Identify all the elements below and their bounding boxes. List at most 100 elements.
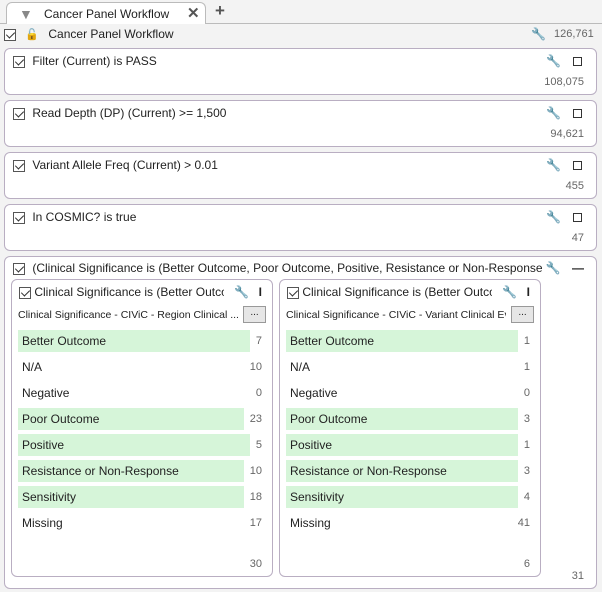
value-label: Positive (290, 438, 333, 452)
value-row[interactable]: Poor Outcome 23 (18, 408, 268, 430)
facet-checkbox[interactable] (287, 286, 299, 299)
wrench-icon[interactable]: 🔧 (234, 285, 249, 299)
value-label: N/A (22, 360, 43, 374)
maximize-icon[interactable] (573, 161, 582, 171)
facet-title: Clinical Significance is (Better Outcome… (34, 285, 224, 299)
value-row[interactable]: Negative 0 (18, 382, 268, 404)
value-label: Negative (22, 386, 70, 400)
value-count: 7 (255, 335, 262, 347)
root-label: Cancer Panel Workflow (48, 27, 174, 41)
value-count: 0 (255, 387, 262, 399)
field-name: Clinical Significance - CIViC - Region C… (18, 309, 238, 321)
filter-count: 108,075 (544, 76, 584, 88)
value-label: Missing (22, 516, 63, 530)
filter-card: Variant Allele Freq (Current) > 0.01 🔧 4… (4, 152, 597, 199)
filter-count: 94,621 (550, 128, 584, 140)
value-label: Positive (22, 438, 65, 452)
value-row[interactable]: Missing 41 (286, 512, 536, 534)
value-label: Better Outcome (290, 334, 375, 348)
drag-handle-icon[interactable]: I (259, 285, 262, 299)
filter-count: 455 (565, 180, 584, 192)
value-row[interactable]: Sensitivity 4 (286, 486, 536, 508)
value-row[interactable]: Resistance or Non-Response 3 (286, 460, 536, 482)
tab-cancer-panel-workflow[interactable]: ▼ Cancer Panel Workflow ✕ (6, 2, 206, 24)
value-row[interactable]: Positive 5 (18, 434, 268, 456)
field-select-button[interactable]: ... (511, 306, 534, 323)
wrench-icon[interactable]: 🔧 (546, 210, 561, 224)
value-row[interactable]: Resistance or Non-Response 10 (18, 460, 268, 482)
drag-handle-icon[interactable]: I (527, 285, 530, 299)
value-row[interactable]: Positive 1 (286, 434, 536, 456)
value-label: Poor Outcome (290, 412, 368, 426)
value-label: Resistance or Non-Response (290, 464, 447, 478)
maximize-icon[interactable] (573, 213, 582, 223)
filter-checkbox[interactable] (13, 211, 25, 224)
value-count: 3 (523, 465, 530, 477)
value-row[interactable]: N/A 10 (18, 356, 268, 378)
value-count: 23 (249, 413, 262, 425)
value-row[interactable]: Missing 17 (18, 512, 268, 534)
facet-total: 30 (249, 558, 262, 570)
wrench-icon[interactable]: 🔧 (531, 27, 546, 41)
field-name: Clinical Significance - CIViC - Variant … (286, 309, 506, 321)
facet-total: 6 (523, 558, 530, 570)
value-label: Better Outcome (22, 334, 107, 348)
value-count: 10 (249, 361, 262, 373)
filter-icon: ▼ (19, 6, 33, 22)
filter-label: In COSMIC? is true (32, 210, 137, 224)
value-count: 10 (249, 465, 262, 477)
close-tab-icon[interactable]: ✕ (187, 4, 200, 22)
value-label: Poor Outcome (22, 412, 100, 426)
filter-card: Filter (Current) is PASS 🔧 108,075 (4, 48, 597, 95)
collapse-icon[interactable]: — (572, 261, 584, 275)
group-count: 31 (571, 570, 584, 582)
facet-checkbox[interactable] (19, 286, 31, 299)
wrench-icon[interactable]: 🔧 (502, 285, 517, 299)
value-count: 1 (523, 361, 530, 373)
value-count: 1 (523, 439, 530, 451)
maximize-icon[interactable] (573, 57, 582, 67)
maximize-icon[interactable] (573, 109, 582, 119)
value-label: N/A (290, 360, 311, 374)
value-count: 3 (523, 413, 530, 425)
value-row[interactable]: Better Outcome 1 (286, 330, 536, 352)
field-select-button[interactable]: ... (243, 306, 266, 323)
filter-label: Variant Allele Freq (Current) > 0.01 (32, 158, 218, 172)
value-count: 4 (523, 491, 530, 503)
unlock-icon[interactable]: 🔓 (25, 29, 39, 41)
tab-bar: ▼ Cancer Panel Workflow ✕ + (0, 0, 602, 24)
value-row[interactable]: Better Outcome 7 (18, 330, 268, 352)
group-label: (Clinical Significance is (Better Outcom… (32, 261, 543, 275)
filter-group: (Clinical Significance is (Better Outcom… (4, 256, 597, 589)
filter-label: Read Depth (DP) (Current) >= 1,500 (32, 106, 227, 120)
value-count: 5 (255, 439, 262, 451)
wrench-icon[interactable]: 🔧 (546, 158, 561, 172)
filter-card: In COSMIC? is true 🔧 47 (4, 204, 597, 251)
wrench-icon[interactable]: 🔧 (546, 54, 561, 68)
value-row[interactable]: N/A 1 (286, 356, 536, 378)
root-checkbox[interactable] (4, 28, 16, 41)
add-tab-button[interactable]: + (215, 1, 225, 21)
value-label: Missing (290, 516, 331, 530)
value-row[interactable]: Poor Outcome 3 (286, 408, 536, 430)
filter-checkbox[interactable] (13, 159, 25, 172)
filter-checkbox[interactable] (13, 107, 25, 120)
wrench-icon[interactable]: 🔧 (546, 106, 561, 120)
value-row[interactable]: Sensitivity 18 (18, 486, 268, 508)
workflow-root: 🔓 Cancer Panel Workflow (4, 27, 174, 41)
value-label: Negative (290, 386, 338, 400)
filter-checkbox[interactable] (13, 55, 25, 68)
value-count: 1 (523, 335, 530, 347)
value-row[interactable]: Negative 0 (286, 382, 536, 404)
wrench-icon[interactable]: 🔧 (546, 261, 561, 275)
value-label: Sensitivity (290, 490, 345, 504)
value-label: Sensitivity (22, 490, 77, 504)
tab-label: Cancer Panel Workflow (44, 7, 170, 21)
facet-panel: Clinical Significance is (Better Outcome… (279, 279, 541, 577)
filter-label: Filter (Current) is PASS (32, 54, 157, 68)
filter-count: 47 (571, 232, 584, 244)
facet-title: Clinical Significance is (Better Outcome… (302, 285, 492, 299)
value-count: 18 (249, 491, 262, 503)
group-checkbox[interactable] (13, 262, 25, 275)
filter-card: Read Depth (DP) (Current) >= 1,500 🔧 94,… (4, 100, 597, 147)
